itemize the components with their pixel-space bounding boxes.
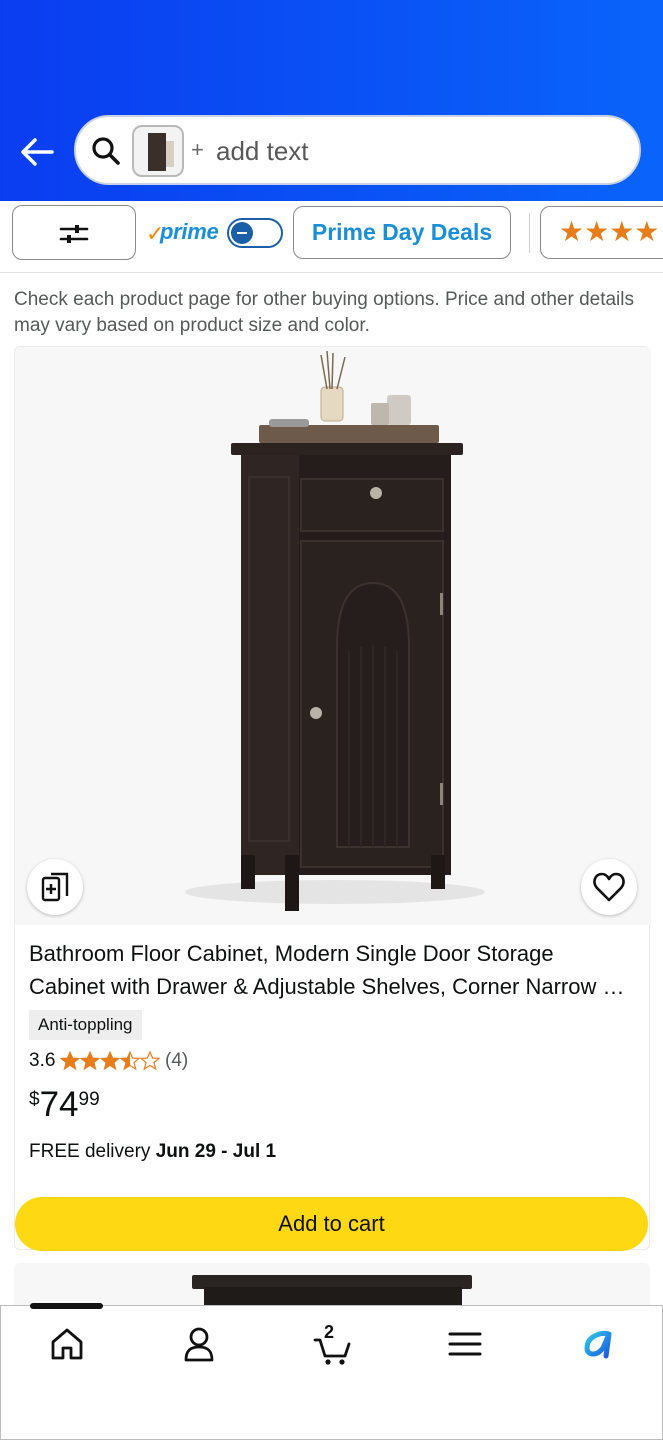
prime-day-deals-button[interactable]: Prime Day Deals <box>293 206 511 259</box>
add-to-cart-button[interactable]: Add to cart <box>15 1197 648 1251</box>
buying-options-disclaimer: Check each product page for other buying… <box>14 289 634 336</box>
prime-toggle[interactable] <box>227 218 283 248</box>
nav-cart[interactable]: 2 <box>301 1322 361 1372</box>
price-fraction: 99 <box>78 1089 100 1110</box>
product-image[interactable] <box>15 347 651 925</box>
nav-account[interactable] <box>169 1322 229 1372</box>
delivery-info: FREE delivery Jun 29 - Jul 1 <box>29 1137 276 1167</box>
rufus-icon <box>584 1331 612 1359</box>
image-search-thumbnail[interactable] <box>132 125 184 177</box>
product-title-line-1[interactable]: Bathroom Floor Cabinet, Modern Single Do… <box>29 937 635 970</box>
search-input[interactable] <box>216 131 616 171</box>
heart-icon <box>593 872 625 902</box>
cart-icon <box>313 1338 351 1365</box>
delivery-date: Jun 29 - Jul 1 <box>155 1141 277 1162</box>
search-bar[interactable]: + <box>74 115 641 185</box>
nav-menu[interactable] <box>435 1322 495 1372</box>
filter-row: ✓ prime Prime Day Deals ★★★★ <box>0 201 663 273</box>
delivery-prefix: FREE delivery <box>29 1141 156 1162</box>
thumbnail-cabinet-shape <box>148 133 166 171</box>
menu-icon <box>448 1332 482 1356</box>
plus-icon: + <box>191 137 204 162</box>
product-title[interactable]: Bathroom Floor Cabinet, Modern Single Do… <box>29 937 635 1003</box>
nav-home[interactable] <box>37 1322 97 1372</box>
price-whole: 74 <box>39 1085 79 1124</box>
back-arrow-icon[interactable] <box>18 134 56 170</box>
compare-icon <box>41 872 69 902</box>
review-count[interactable]: (4) <box>165 1047 188 1075</box>
product-card[interactable]: Bathroom Floor Cabinet, Modern Single Do… <box>14 346 651 1251</box>
price-symbol: $ <box>29 1089 40 1110</box>
sliders-icon <box>59 225 89 243</box>
home-icon <box>51 1328 83 1360</box>
account-icon <box>184 1327 214 1362</box>
rating-value: 3.6 <box>29 1050 56 1071</box>
nav-rufus[interactable] <box>567 1322 627 1372</box>
wishlist-button[interactable] <box>581 859 637 915</box>
bottom-navigation: 2 <box>0 1305 663 1440</box>
product-title-line-2[interactable]: Cabinet with Drawer & Adjustable Shelves… <box>29 970 635 1003</box>
feature-badge: Anti-toppling <box>29 1010 142 1040</box>
filter-divider <box>529 213 530 253</box>
header-bar: + <box>0 0 663 201</box>
search-icon[interactable] <box>90 135 122 167</box>
star-rating-filter-button[interactable]: ★★★★ <box>540 206 663 259</box>
compare-button[interactable] <box>27 859 83 915</box>
product-price: $7499 <box>29 1085 100 1125</box>
cabinet-illustration <box>185 350 485 911</box>
active-tab-indicator <box>30 1303 103 1309</box>
toggle-knob <box>231 222 253 244</box>
thumbnail-accent-shape <box>166 141 174 167</box>
prime-text: prime <box>160 219 219 244</box>
star-rating-icon <box>60 1051 160 1071</box>
filter-button[interactable] <box>12 205 136 260</box>
